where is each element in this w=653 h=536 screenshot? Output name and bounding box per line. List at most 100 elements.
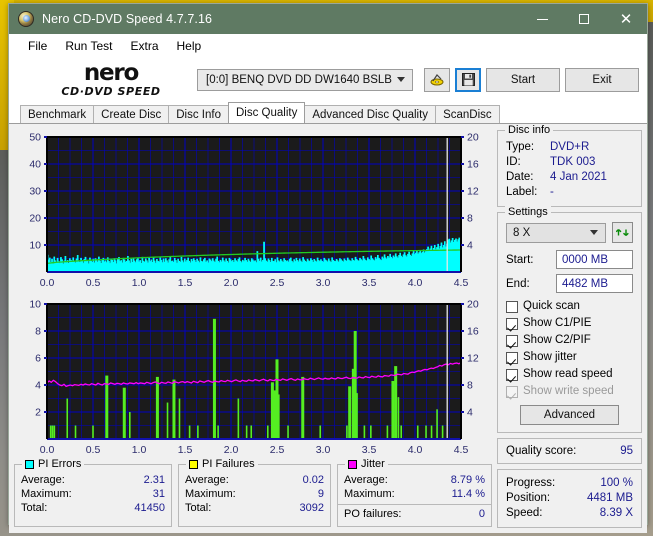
disc-type-row: Type: DVD+R <box>506 140 633 155</box>
nero-logo-subtitle: CD·DVD SPEED <box>61 85 161 98</box>
tab-scandisc[interactable]: ScanDisc <box>435 105 500 123</box>
svg-text:3.5: 3.5 <box>362 277 377 289</box>
svg-text:4.0: 4.0 <box>408 277 423 289</box>
progress-box: Progress: 100 % Position: 4481 MB Speed:… <box>497 469 642 528</box>
pi-errors-legend: PI Errors <box>22 458 85 470</box>
tab-benchmark[interactable]: Benchmark <box>20 105 95 123</box>
quick-scan-label: Quick scan <box>523 300 580 312</box>
svg-text:4: 4 <box>467 240 473 252</box>
pi-errors-total-row: Total: 41450 <box>21 501 165 515</box>
speed-value: 8.39 X <box>599 507 633 519</box>
po-failures-row: PO failures: 0 <box>338 504 491 521</box>
svg-text:2.0: 2.0 <box>224 277 239 289</box>
jitter-average-label: Average: <box>344 474 388 486</box>
show-c2-pif-checkbox[interactable] <box>506 334 518 347</box>
exit-button[interactable]: Exit <box>565 67 639 92</box>
position-label: Position: <box>506 492 551 504</box>
start-input[interactable]: 0000 MB <box>556 250 633 269</box>
speed-row-status: Speed: 8.39 X <box>506 506 633 521</box>
start-button[interactable]: Start <box>486 67 560 92</box>
svg-text:10: 10 <box>29 240 41 252</box>
minimize-button[interactable] <box>521 4 563 34</box>
pi-errors-total-value: 41450 <box>134 502 165 514</box>
checkbox-show-c1-pie[interactable]: Show C1/PIE <box>506 315 633 332</box>
svg-text:4.5: 4.5 <box>454 277 469 289</box>
jitter-average-row: Average: 8.79 % <box>344 473 485 487</box>
save-button[interactable] <box>455 67 481 92</box>
menu-item-extra[interactable]: Extra <box>121 37 167 55</box>
disc-quality-page: 10 20 30 40 50 4 8 12 16 20 0.0 0.5 1.0 1.5 2.0 2.5 3.0 3… <box>9 123 647 533</box>
menu-item-run-test[interactable]: Run Test <box>56 37 121 55</box>
info-column: Disc info Type: DVD+R ID: TDK 003 Date: … <box>497 124 642 528</box>
speed-label: Speed: <box>506 507 543 519</box>
tab-advanced-disc-quality[interactable]: Advanced Disc Quality <box>304 105 437 123</box>
jitter-stats: Jitter Average: 8.79 % Maximum: 11.4 % P… <box>337 458 492 527</box>
checkbox-show-c2-pif[interactable]: Show C2/PIF <box>506 332 633 349</box>
eject-button[interactable] <box>424 67 450 92</box>
disc-date-value: 4 Jan 2021 <box>550 171 607 183</box>
pi-failures-maximum-row: Maximum: 9 <box>185 487 324 501</box>
pi-errors-total-label: Total: <box>21 502 48 514</box>
show-write-speed-checkbox <box>506 385 518 398</box>
svg-text:0.5: 0.5 <box>86 444 101 456</box>
pi-errors-legend-label: PI Errors <box>38 458 82 470</box>
checkbox-show-write-speed: Show write speed <box>506 383 633 400</box>
tab-disc-quality[interactable]: Disc Quality <box>228 102 306 123</box>
progress-label: Progress: <box>506 477 556 489</box>
quick-scan-checkbox[interactable] <box>506 300 518 313</box>
disc-info-group: Disc info Type: DVD+R ID: TDK 003 Date: … <box>497 124 642 207</box>
position-row: Position: 4481 MB <box>506 491 633 506</box>
maximize-button[interactable] <box>563 4 605 34</box>
tab-disc-info[interactable]: Disc Info <box>168 105 229 123</box>
pi-errors-chart-svg: 10 20 30 40 50 4 8 12 16 20 0.0 0.5 1.0 1.5 2.0 2.5 3.0 3… <box>29 132 479 289</box>
start-field-row: Start: 0000 MB <box>506 250 633 269</box>
svg-text:8: 8 <box>467 380 473 392</box>
menu-item-help[interactable]: Help <box>168 37 211 55</box>
pi-failures-maximum-value: 9 <box>317 488 324 500</box>
show-jitter-checkbox[interactable] <box>506 351 518 364</box>
advanced-button[interactable]: Advanced <box>520 405 619 425</box>
show-read-speed-checkbox[interactable] <box>506 368 518 381</box>
show-jitter-label: Show jitter <box>523 351 577 363</box>
speed-select[interactable]: 8 X <box>506 222 606 243</box>
drive-select-value: [0:0] BENQ DVD DD DW1640 BSLB <box>206 73 392 86</box>
jitter-color-swatch <box>348 459 357 469</box>
svg-text:10: 10 <box>29 299 41 311</box>
refresh-speed-button[interactable] <box>612 222 633 243</box>
settings-legend: Settings <box>505 206 551 218</box>
disc-date-row: Date: 4 Jan 2021 <box>506 170 633 185</box>
svg-text:8: 8 <box>35 326 41 338</box>
save-floppy-icon <box>461 73 475 86</box>
end-field-row: End: 4482 MB <box>506 274 633 293</box>
checkbox-show-jitter[interactable]: Show jitter <box>506 349 633 366</box>
toolbar: nero CD·DVD SPEED [0:0] BENQ DVD DD DW16… <box>9 57 647 102</box>
svg-text:12: 12 <box>467 353 479 365</box>
svg-text:1.0: 1.0 <box>132 444 147 456</box>
menu-item-file[interactable]: File <box>19 37 56 55</box>
svg-text:12: 12 <box>467 186 479 198</box>
pi-errors-average-label: Average: <box>21 474 65 486</box>
checkbox-show-read-speed[interactable]: Show read speed <box>506 366 633 383</box>
show-c1-pie-checkbox[interactable] <box>506 317 518 330</box>
quality-score-label: Quality score: <box>506 445 577 457</box>
drive-select[interactable]: [0:0] BENQ DVD DD DW1640 BSLB <box>197 68 413 91</box>
position-value: 4481 MB <box>586 492 633 504</box>
checkbox-quick-scan[interactable]: Quick scan <box>506 298 633 315</box>
close-button[interactable]: ✕ <box>605 4 647 34</box>
pi-failures-chart-svg: 2 4 6 8 10 4 8 12 16 20 0.0 0.5 1.0 1.5 2.0 2.5 3.0 3.5 4.… <box>29 299 479 456</box>
speed-row: 8 X <box>506 222 633 243</box>
svg-text:4: 4 <box>467 407 473 419</box>
pi-errors-chart: 10 20 30 40 50 4 8 12 16 20 0.0 0.5 1.0 1.5 2.0 2.5 3.0 3… <box>14 130 492 293</box>
window-controls: ✕ <box>521 4 647 34</box>
svg-text:20: 20 <box>467 299 479 311</box>
pi-errors-color-swatch <box>25 459 34 469</box>
svg-text:4: 4 <box>35 380 41 392</box>
tab-create-disc[interactable]: Create Disc <box>93 105 170 123</box>
svg-text:6: 6 <box>35 353 41 365</box>
svg-text:1.5: 1.5 <box>178 444 193 456</box>
end-input[interactable]: 4482 MB <box>556 274 633 293</box>
pi-failures-chart: 2 4 6 8 10 4 8 12 16 20 0.0 0.5 1.0 1.5 2.0 2.5 3.0 3.5 4.… <box>14 297 492 460</box>
show-c1-pie-label: Show C1/PIE <box>523 317 592 329</box>
pi-errors-maximum-label: Maximum: <box>21 488 72 500</box>
svg-text:8: 8 <box>467 213 473 225</box>
